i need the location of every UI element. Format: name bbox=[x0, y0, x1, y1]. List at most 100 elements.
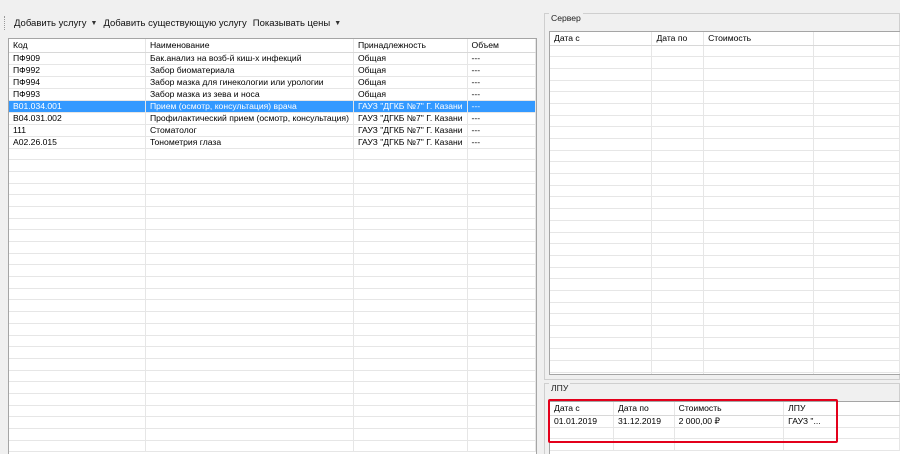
empty-row[interactable] bbox=[550, 150, 900, 163]
column-header-lpu[interactable]: ЛПУ bbox=[783, 402, 900, 416]
empty-row[interactable] bbox=[9, 428, 536, 441]
empty-row[interactable] bbox=[9, 183, 536, 196]
table-row[interactable]: A02.26.015 Тонометрия глаза ГАУЗ "ДГКБ №7"… bbox=[9, 136, 536, 149]
show-prices-button[interactable]: Показывать цены ▼ bbox=[250, 14, 344, 32]
empty-row[interactable] bbox=[9, 218, 536, 231]
empty-row[interactable] bbox=[550, 220, 900, 233]
cell-code bbox=[9, 323, 146, 336]
empty-cell bbox=[813, 126, 900, 139]
empty-row[interactable] bbox=[550, 348, 900, 362]
add-existing-service-button[interactable]: Добавить существующую услугу bbox=[100, 14, 249, 32]
server-grid[interactable]: Дата с Дата по Стоимость bbox=[549, 31, 900, 375]
empty-row[interactable] bbox=[550, 243, 900, 256]
empty-row[interactable] bbox=[9, 440, 536, 453]
column-header-code[interactable]: Код bbox=[9, 39, 146, 53]
column-header-volume[interactable]: Объем bbox=[467, 39, 536, 53]
cell-affiliation: Общая bbox=[353, 52, 468, 65]
empty-row[interactable] bbox=[550, 290, 900, 303]
empty-row[interactable] bbox=[9, 381, 536, 394]
empty-cell bbox=[813, 103, 900, 116]
empty-row[interactable] bbox=[550, 302, 900, 315]
empty-row[interactable] bbox=[550, 196, 900, 210]
empty-row[interactable] bbox=[9, 299, 536, 313]
empty-row[interactable] bbox=[9, 358, 536, 371]
empty-row[interactable] bbox=[550, 278, 900, 291]
column-header-name[interactable]: Наименование bbox=[145, 39, 354, 53]
column-header-cost[interactable]: Стоимость bbox=[703, 32, 815, 46]
table-row[interactable]: ПФ993 Забор мазка из зева и носа Общая --- bbox=[9, 88, 536, 101]
empty-row[interactable] bbox=[550, 232, 900, 245]
empty-row[interactable] bbox=[550, 103, 900, 116]
chevron-down-icon[interactable]: ▼ bbox=[334, 20, 341, 27]
toolbar-grip[interactable] bbox=[4, 16, 7, 30]
empty-row[interactable] bbox=[9, 323, 536, 336]
empty-row[interactable] bbox=[9, 206, 536, 219]
empty-row[interactable] bbox=[550, 337, 900, 350]
column-header-cost[interactable]: Стоимость bbox=[674, 402, 785, 416]
empty-row[interactable] bbox=[9, 241, 536, 254]
table-row[interactable]: ПФ992 Забор биоматериала Общая --- bbox=[9, 64, 536, 77]
column-header-affiliation[interactable]: Принадлежность bbox=[353, 39, 468, 53]
empty-row[interactable] bbox=[550, 68, 900, 81]
empty-row[interactable] bbox=[550, 115, 900, 128]
table-row[interactable]: 01.01.2019 31.12.2019 2 000,00 ₽ ГАУЗ "... bbox=[550, 415, 900, 428]
empty-row[interactable] bbox=[9, 311, 536, 324]
cell-volume: --- bbox=[467, 124, 536, 137]
empty-row[interactable] bbox=[9, 264, 536, 278]
empty-cell bbox=[550, 220, 653, 233]
empty-row[interactable] bbox=[550, 185, 900, 198]
empty-row[interactable] bbox=[550, 138, 900, 151]
empty-row[interactable] bbox=[9, 416, 536, 429]
empty-row[interactable] bbox=[9, 370, 536, 383]
table-row[interactable]: 111 Стоматолог ГАУЗ "ДГКБ №7" Г. Казани --- bbox=[9, 124, 536, 137]
empty-row[interactable] bbox=[550, 325, 900, 338]
empty-row[interactable] bbox=[550, 267, 900, 280]
empty-row[interactable] bbox=[550, 372, 900, 374]
cell-code: B01.034.001 bbox=[9, 100, 146, 113]
chevron-down-icon[interactable]: ▼ bbox=[91, 20, 98, 27]
empty-row[interactable] bbox=[9, 148, 536, 161]
empty-row[interactable] bbox=[550, 360, 900, 373]
lpu-grid[interactable]: Дата с Дата по Стоимость ЛПУ 01.01.2019 3… bbox=[549, 401, 900, 454]
empty-row[interactable] bbox=[550, 427, 900, 440]
table-row[interactable]: B01.034.001 Прием (осмотр, консультация) … bbox=[9, 100, 536, 113]
empty-row[interactable] bbox=[550, 255, 900, 268]
empty-cell bbox=[550, 68, 653, 81]
lpu-table: Дата с Дата по Стоимость ЛПУ 01.01.2019 3… bbox=[550, 402, 900, 451]
empty-row[interactable] bbox=[550, 91, 900, 104]
cell-volume bbox=[467, 159, 536, 172]
column-header-date-to[interactable]: Дата по bbox=[651, 32, 705, 46]
table-row[interactable]: ПФ909 Бак.анализ на возб-й киш-х инфекций… bbox=[9, 52, 536, 65]
table-row[interactable]: ПФ994 Забор мазка для гинекологии или уро… bbox=[9, 76, 536, 89]
empty-row[interactable] bbox=[9, 159, 536, 172]
empty-cell bbox=[550, 372, 653, 374]
column-header-date-from[interactable]: Дата с bbox=[550, 32, 653, 46]
empty-cell bbox=[703, 68, 815, 81]
empty-row[interactable] bbox=[550, 313, 900, 326]
empty-row[interactable] bbox=[550, 161, 900, 175]
empty-row[interactable] bbox=[550, 173, 900, 186]
column-header-date-from[interactable]: Дата с bbox=[550, 402, 614, 416]
empty-cell bbox=[651, 278, 705, 291]
empty-row[interactable] bbox=[9, 288, 536, 301]
empty-row[interactable] bbox=[550, 80, 900, 93]
empty-row[interactable] bbox=[550, 45, 900, 58]
empty-row[interactable] bbox=[9, 194, 536, 207]
column-header-date-to[interactable]: Дата по bbox=[613, 402, 675, 416]
empty-row[interactable] bbox=[9, 335, 536, 348]
empty-row[interactable] bbox=[550, 438, 900, 451]
empty-row[interactable] bbox=[9, 229, 536, 242]
empty-row[interactable] bbox=[550, 208, 900, 221]
services-grid[interactable]: Код Наименование Принадлежность Объем ПФ… bbox=[8, 38, 537, 454]
empty-row[interactable] bbox=[550, 56, 900, 69]
table-row[interactable]: B04.031.002 Профилактический прием (осмот… bbox=[9, 112, 536, 125]
empty-row[interactable] bbox=[550, 126, 900, 139]
empty-row[interactable] bbox=[9, 253, 536, 266]
empty-row[interactable] bbox=[9, 405, 536, 418]
empty-row[interactable] bbox=[9, 171, 536, 184]
add-service-button[interactable]: Добавить услугу ▼ bbox=[11, 14, 100, 32]
cell-volume: --- bbox=[467, 64, 536, 77]
empty-row[interactable] bbox=[9, 276, 536, 289]
empty-row[interactable] bbox=[9, 393, 536, 406]
empty-row[interactable] bbox=[9, 346, 536, 359]
